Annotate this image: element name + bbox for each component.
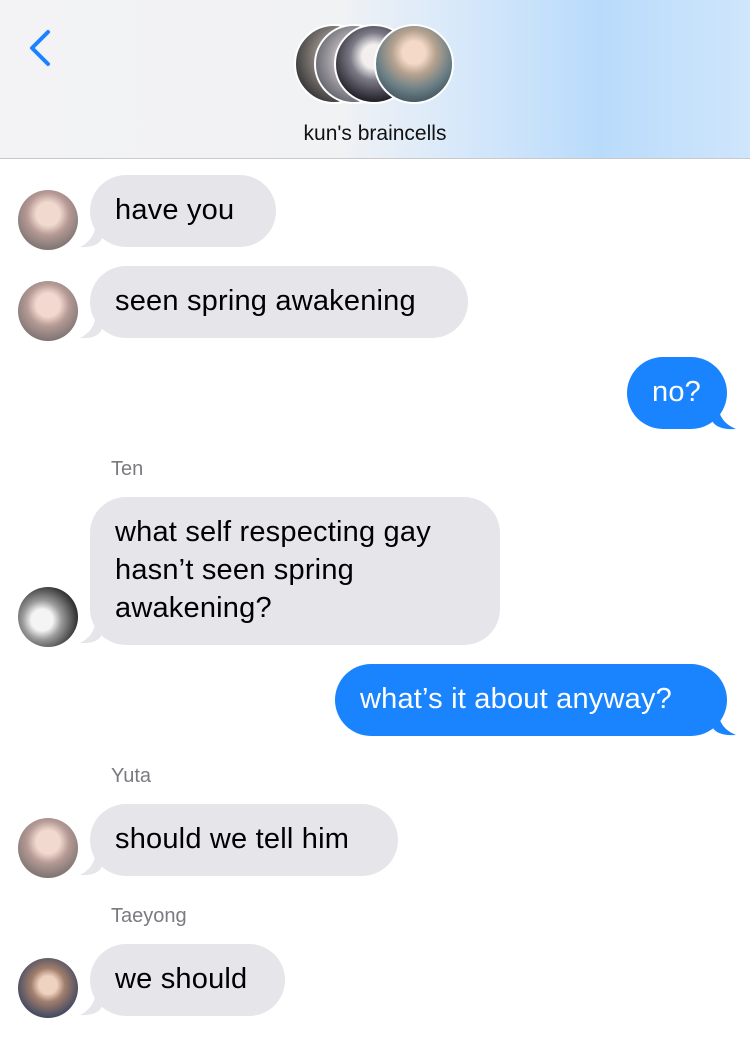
message-bubble[interactable]: what self respecting gay hasn’t seen spr…	[90, 497, 500, 645]
group-member-avatar	[374, 24, 454, 104]
message-bubble[interactable]: have you	[90, 175, 276, 247]
message-text: seen spring awakening	[115, 285, 416, 317]
sender-name: Taeyong	[111, 905, 187, 927]
sender-avatar	[18, 958, 78, 1018]
sender-avatar	[18, 587, 78, 647]
message-bubble[interactable]: we should	[90, 944, 285, 1016]
message-text: no?	[652, 376, 701, 408]
message-bubble[interactable]: should we tell him	[90, 804, 398, 876]
message-text-line: awakening?	[115, 592, 272, 624]
sender-avatar	[18, 818, 78, 878]
chevron-left-icon[interactable]	[22, 26, 62, 70]
message-text: should we tell him	[115, 823, 350, 855]
message-bubble[interactable]: what’s it about anyway?	[335, 664, 727, 736]
message-bubble[interactable]: seen spring awakening	[90, 266, 468, 338]
sender-avatar	[18, 190, 78, 250]
message-text: what’s it about anyway?	[360, 683, 672, 715]
message-text-line: what self respecting gay	[115, 516, 431, 548]
message-text: we should	[115, 963, 248, 995]
group-avatar-stack[interactable]	[294, 24, 464, 108]
sender-name: Ten	[111, 458, 144, 480]
sender-name: Yuta	[111, 765, 152, 787]
message-text-line: hasn’t seen spring	[115, 554, 354, 586]
conversation-header: kun's braincells	[0, 0, 750, 159]
message-bubble[interactable]: no?	[627, 357, 727, 429]
message-text: have you	[115, 194, 235, 226]
sender-avatar	[18, 281, 78, 341]
group-name[interactable]: kun's braincells	[0, 122, 750, 146]
